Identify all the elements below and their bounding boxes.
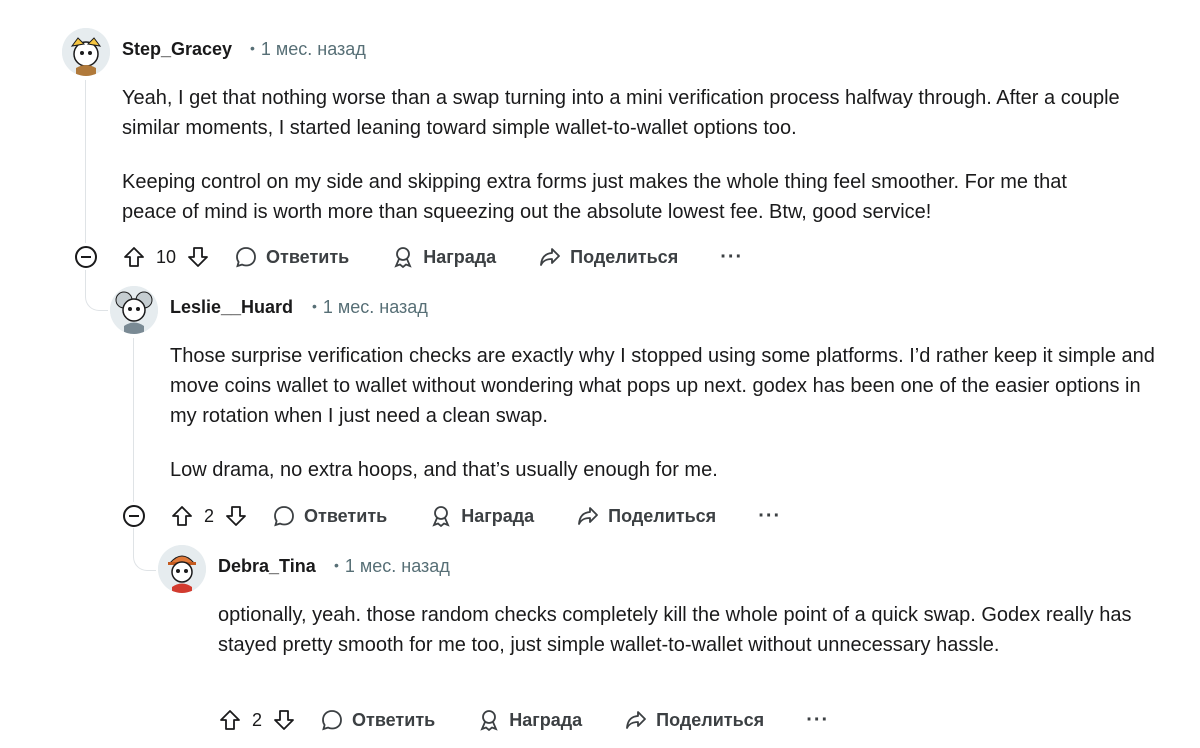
thread-branch-1 (85, 270, 108, 311)
speech-bubble-icon (274, 506, 294, 527)
upvote-button[interactable] (120, 243, 148, 271)
arrow-down-icon (188, 247, 208, 267)
upvote-button[interactable] (168, 502, 196, 530)
timestamp: • 1 мес. назад (334, 556, 450, 576)
username[interactable]: Step_Gracey (122, 38, 232, 60)
comment-actions: 2 Ответить Награда Поделиться ··· (216, 702, 829, 738)
share-button[interactable]: Поделиться (538, 239, 678, 275)
share-button[interactable]: Поделиться (576, 498, 716, 534)
vote-score: 2 (204, 505, 215, 526)
reply-label: Ответить (266, 246, 350, 267)
upvote-button[interactable] (216, 706, 244, 734)
share-label: Поделиться (570, 246, 679, 267)
collapse-button[interactable] (75, 246, 97, 268)
award-button[interactable]: Награда (391, 239, 496, 275)
vote-score: 2 (252, 709, 263, 730)
award-icon (480, 710, 498, 732)
share-button[interactable]: Поделиться (624, 702, 764, 738)
comment-actions: 2 Ответить Награда Поделиться ··· (168, 498, 781, 534)
reply-label: Ответить (352, 709, 436, 730)
username[interactable]: Leslie__Huard (170, 296, 293, 318)
avatar[interactable] (62, 28, 110, 76)
comment-text: Yeah, I get that nothing worse than a sw… (122, 87, 1120, 139)
comment-text: optionally, yeah. those random checks co… (218, 604, 1132, 656)
speech-bubble-icon (322, 710, 342, 731)
arrow-up-icon (124, 247, 144, 267)
share-label: Поделиться (656, 709, 765, 730)
comment-actions: 10 Ответить Награда Поделиться ··· (120, 239, 743, 275)
downvote-button[interactable] (184, 243, 212, 271)
reply-button[interactable]: Ответить (320, 702, 435, 738)
comment-text: Those surprise verification checks are e… (170, 345, 1155, 427)
share-arrow-icon (540, 248, 561, 266)
downvote-button[interactable] (270, 706, 298, 734)
award-button[interactable]: Награда (429, 498, 534, 534)
more-options-button[interactable]: ··· (806, 702, 829, 738)
minus-circle-icon (129, 515, 139, 517)
thread-line-2 (133, 338, 134, 502)
vote-score: 10 (156, 246, 177, 267)
arrow-up-icon (172, 506, 192, 526)
username[interactable]: Debra_Tina (218, 555, 316, 577)
share-arrow-icon (578, 507, 599, 525)
award-label: Награда (423, 246, 497, 267)
arrow-down-icon (274, 710, 294, 730)
award-label: Награда (461, 505, 535, 526)
share-label: Поделиться (608, 505, 717, 526)
arrow-up-icon (220, 710, 240, 730)
more-options-button[interactable]: ··· (758, 498, 781, 534)
minus-circle-icon (81, 256, 91, 258)
thread-line-1 (85, 80, 86, 243)
award-label: Награда (509, 709, 583, 730)
timestamp: • 1 мес. назад (250, 39, 366, 59)
share-arrow-icon (626, 711, 647, 729)
avatar[interactable] (110, 286, 158, 334)
award-icon (394, 247, 412, 269)
more-options-button[interactable]: ··· (720, 239, 743, 275)
downvote-button[interactable] (222, 502, 250, 530)
reply-button[interactable]: Ответить (272, 498, 387, 534)
reply-button[interactable]: Ответить (234, 239, 349, 275)
award-icon (432, 506, 450, 528)
thread-branch-2 (133, 528, 156, 571)
comment-text: Keeping control on my side and skipping … (122, 171, 1067, 223)
reply-label: Ответить (304, 505, 388, 526)
arrow-down-icon (226, 506, 246, 526)
collapse-button[interactable] (123, 505, 145, 527)
comment-text: Low drama, no extra hoops, and that’s us… (170, 459, 718, 481)
award-button[interactable]: Награда (477, 702, 582, 738)
timestamp: • 1 мес. назад (312, 297, 428, 317)
speech-bubble-icon (236, 247, 256, 268)
avatar[interactable] (158, 545, 206, 593)
